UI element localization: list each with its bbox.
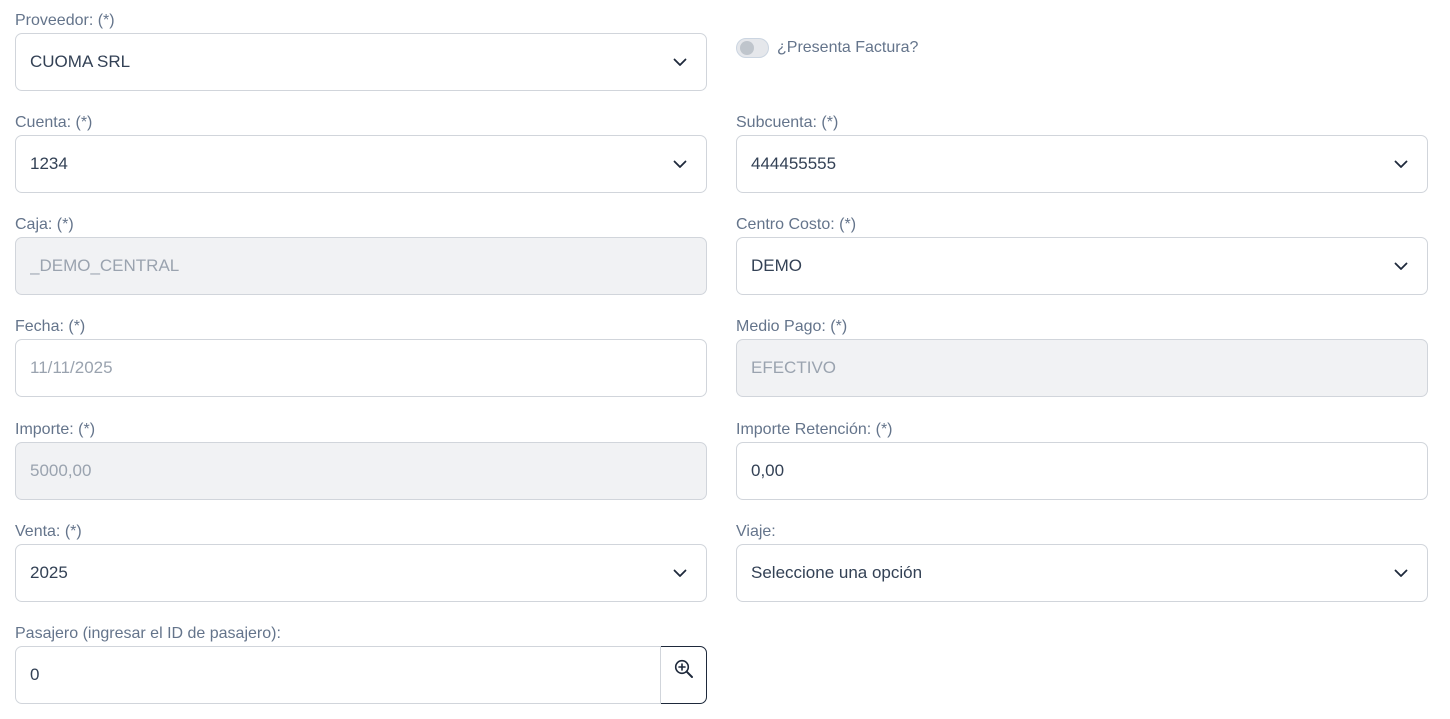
fecha-value: 11/11/2025 bbox=[30, 358, 113, 377]
presenta-factura-label: ¿Presenta Factura? bbox=[777, 39, 919, 56]
fecha-label: Fecha: (*) bbox=[15, 318, 86, 335]
centro-costo-value: DEMO bbox=[751, 256, 802, 275]
toggle-knob bbox=[740, 41, 754, 55]
viaje-field: Viaje: Seleccione una opción bbox=[736, 521, 1428, 602]
presenta-factura-toggle-group: ¿Presenta Factura? bbox=[736, 38, 918, 58]
cuenta-label: Cuenta: (*) bbox=[15, 114, 93, 131]
subcuenta-value: 444455555 bbox=[751, 154, 837, 173]
chevron-down-icon bbox=[672, 54, 688, 70]
pasajero-input[interactable]: 0 bbox=[15, 646, 661, 704]
venta-value: 2025 bbox=[30, 563, 68, 582]
medio-pago-field: Medio Pago: (*) EFECTIVO bbox=[736, 316, 1428, 397]
medio-pago-input: EFECTIVO bbox=[736, 339, 1428, 397]
viaje-select[interactable]: Seleccione una opción bbox=[736, 544, 1428, 602]
fecha-field: Fecha: (*) 11/11/2025 bbox=[15, 316, 707, 397]
medio-pago-label: Medio Pago: (*) bbox=[736, 318, 848, 335]
pasajero-label: Pasajero (ingresar el ID de pasajero): bbox=[15, 625, 281, 642]
presenta-factura-toggle[interactable] bbox=[736, 38, 769, 58]
medio-pago-value: EFECTIVO bbox=[751, 358, 837, 377]
caja-value: _DEMO_CENTRAL bbox=[30, 256, 180, 275]
chevron-down-icon bbox=[672, 565, 688, 581]
proveedor-label: Proveedor: (*) bbox=[15, 12, 115, 29]
importe-retencion-value: 0,00 bbox=[751, 461, 785, 480]
venta-select[interactable]: 2025 bbox=[15, 544, 707, 602]
chevron-down-icon bbox=[1393, 156, 1409, 172]
importe-label: Importe: (*) bbox=[15, 421, 96, 438]
venta-label: Venta: (*) bbox=[15, 523, 82, 540]
centro-costo-label: Centro Costo: (*) bbox=[736, 216, 857, 233]
importe-retencion-label: Importe Retención: (*) bbox=[736, 421, 893, 438]
centro-costo-select[interactable]: DEMO bbox=[736, 237, 1428, 295]
chevron-down-icon bbox=[1393, 565, 1409, 581]
chevron-down-icon bbox=[1393, 258, 1409, 274]
zoom-in-icon bbox=[674, 659, 694, 684]
pasajero-value: 0 bbox=[30, 665, 40, 684]
expense-form: Proveedor: (*) CUOMA SRL ¿Presenta Factu… bbox=[0, 0, 1450, 719]
importe-input: 5000,00 bbox=[15, 442, 707, 500]
proveedor-select[interactable]: CUOMA SRL bbox=[15, 33, 707, 91]
importe-retencion-input[interactable]: 0,00 bbox=[736, 442, 1428, 500]
cuenta-field: Cuenta: (*) 1234 bbox=[15, 112, 707, 193]
viaje-label: Viaje: bbox=[736, 523, 776, 540]
subcuenta-field: Subcuenta: (*) 444455555 bbox=[736, 112, 1428, 193]
importe-value: 5000,00 bbox=[30, 461, 92, 480]
importe-field: Importe: (*) 5000,00 bbox=[15, 419, 707, 500]
caja-label: Caja: (*) bbox=[15, 216, 74, 233]
centro-costo-field: Centro Costo: (*) DEMO bbox=[736, 214, 1428, 295]
viaje-value: Seleccione una opción bbox=[751, 563, 923, 582]
caja-input: _DEMO_CENTRAL bbox=[15, 237, 707, 295]
cuenta-value: 1234 bbox=[30, 154, 68, 173]
pasajero-search-button[interactable] bbox=[660, 646, 707, 704]
pasajero-field: Pasajero (ingresar el ID de pasajero): 0 bbox=[15, 623, 707, 704]
importe-retencion-field: Importe Retención: (*) 0,00 bbox=[736, 419, 1428, 500]
subcuenta-label: Subcuenta: (*) bbox=[736, 114, 839, 131]
proveedor-value: CUOMA SRL bbox=[30, 52, 131, 71]
cuenta-select[interactable]: 1234 bbox=[15, 135, 707, 193]
subcuenta-select[interactable]: 444455555 bbox=[736, 135, 1428, 193]
fecha-input[interactable]: 11/11/2025 bbox=[15, 339, 707, 397]
proveedor-field: Proveedor: (*) CUOMA SRL bbox=[15, 10, 707, 91]
venta-field: Venta: (*) 2025 bbox=[15, 521, 707, 602]
chevron-down-icon bbox=[672, 156, 688, 172]
caja-field: Caja: (*) _DEMO_CENTRAL bbox=[15, 214, 707, 295]
pasajero-input-group: 0 bbox=[15, 646, 707, 704]
